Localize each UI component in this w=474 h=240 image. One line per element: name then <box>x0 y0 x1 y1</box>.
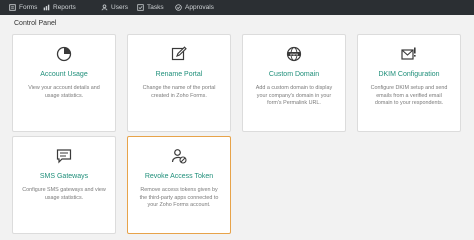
chat-message-icon <box>56 148 72 164</box>
card-description: Configure DKIM setup and send emails fro… <box>370 85 448 107</box>
user-block-icon <box>171 148 187 164</box>
nav-item-label: Tasks <box>147 4 164 11</box>
card-account-usage[interactable]: Account Usage View your account details … <box>12 34 116 132</box>
nav-item-reports[interactable]: Reports <box>43 0 76 15</box>
card-dkim-configuration[interactable]: DKIM Configuration Configure DKIM setup … <box>357 34 461 132</box>
card-sms-gateways[interactable]: SMS Gateways Configure SMS gateways and … <box>12 136 116 234</box>
users-icon <box>101 4 108 11</box>
card-revoke-access-token[interactable]: Revoke Access Token Remove access tokens… <box>127 136 231 234</box>
nav-item-tasks[interactable]: Tasks <box>137 0 164 15</box>
tasks-icon <box>137 4 144 11</box>
approvals-icon <box>175 4 182 11</box>
nav-item-forms[interactable]: Forms <box>9 0 37 15</box>
card-title: Rename Portal <box>155 71 203 78</box>
svg-text:www: www <box>290 52 299 56</box>
edit-icon <box>171 46 187 62</box>
card-description: Remove access tokens given by the third-… <box>139 187 219 209</box>
www-globe-icon: www <box>286 46 302 62</box>
reports-icon <box>43 4 50 11</box>
pie-chart-icon <box>56 46 72 62</box>
nav-item-label: Approvals <box>185 4 214 11</box>
mail-alert-icon <box>401 46 417 62</box>
card-title: SMS Gateways <box>39 173 89 180</box>
card-title: DKIM Configuration <box>378 71 440 78</box>
nav-item-label: Reports <box>53 4 76 11</box>
card-custom-domain[interactable]: www Custom Domain Add a custom domain to… <box>242 34 346 132</box>
nav-item-label: Users <box>111 4 128 11</box>
card-description: View your account details and usage stat… <box>28 85 100 99</box>
card-description: Change the name of the portal created in… <box>142 85 216 99</box>
page-title: Control Panel <box>14 20 57 27</box>
nav-item-users[interactable]: Users <box>101 0 128 15</box>
card-rename-portal[interactable]: Rename Portal Change the name of the por… <box>127 34 231 132</box>
nav-item-label: Forms <box>19 4 38 11</box>
card-title: Account Usage <box>40 71 88 78</box>
forms-icon <box>9 4 16 11</box>
card-title: Revoke Access Token <box>144 173 214 180</box>
card-description: Configure SMS gateways and view usage st… <box>22 187 106 201</box>
card-title: Custom Domain <box>268 71 320 78</box>
card-description: Add a custom domain to display your comp… <box>255 85 333 107</box>
nav-item-approvals[interactable]: Approvals <box>175 0 214 15</box>
top-navigation-bar: Forms Reports Users Tasks Approvals <box>0 0 474 15</box>
